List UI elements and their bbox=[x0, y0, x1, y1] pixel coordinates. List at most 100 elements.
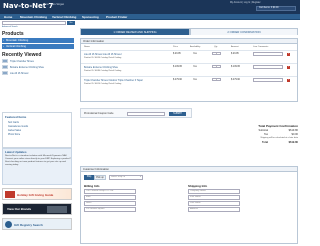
billing-last-name-field[interactable]: North bbox=[84, 201, 136, 206]
featured-link[interactable]: Photo Store bbox=[8, 134, 20, 136]
line-amount: $ 109.95 bbox=[231, 66, 240, 68]
order-line: Lite All 16 Shovel Lite All 16 Shovel Pr… bbox=[81, 50, 297, 62]
nav-vertical-climbing[interactable]: Vertical Climbing bbox=[52, 14, 76, 20]
qty-input[interactable] bbox=[212, 78, 221, 82]
tab-order-confirmation[interactable]: 2 ORDER CONFIRMATION bbox=[190, 28, 298, 35]
account-links[interactable]: My Account | Log In | Register bbox=[230, 2, 261, 4]
holiday-gift-banner[interactable]: Holiday Gift Giving Guide bbox=[2, 188, 72, 200]
line-price: $ 29.95 bbox=[173, 53, 181, 55]
billing-company-field[interactable]: The Cannon Group PLC Ltd bbox=[84, 189, 136, 194]
nav-home[interactable]: Home bbox=[4, 14, 12, 20]
featured-link[interactable]: Jacket Sales bbox=[8, 130, 21, 132]
column-header: Qty bbox=[214, 46, 218, 48]
product-meta: Product ID: 30010 Catalog: Retail Catalo… bbox=[84, 83, 122, 85]
products-heading: Products bbox=[2, 31, 24, 37]
pickup-toggle-button[interactable]: Pick up bbox=[94, 175, 106, 180]
nav-product-finder[interactable]: Product Finder bbox=[106, 14, 127, 20]
latest-updates-box: Latest Updates Nav-to-Net is a storefron… bbox=[2, 148, 72, 185]
promo-code-input[interactable] bbox=[127, 111, 165, 116]
line-availability: Yes bbox=[193, 79, 197, 81]
tab-order-review[interactable]: 1 ORDER REVIEW AND SHIPPING bbox=[80, 28, 190, 35]
product-name-link[interactable]: Triple Chamber Shoes Outdoor Triple Cham… bbox=[84, 79, 142, 82]
line-comment-input[interactable] bbox=[253, 78, 283, 82]
line-comment-input[interactable] bbox=[253, 65, 283, 69]
column-header: Amount bbox=[231, 46, 239, 48]
recent-item[interactable]: Bonaire Extreme Climbing Shoe bbox=[2, 65, 44, 70]
nav-mountain-climbing[interactable]: Mountain Climbing bbox=[20, 14, 47, 20]
column-header: Name bbox=[84, 46, 90, 48]
remove-line-icon[interactable]: × bbox=[287, 65, 290, 69]
promo-box: Promotional Coupon Code SUBMIT bbox=[80, 108, 192, 118]
customer-information-panel: Customer Information Ship Pick up Select… bbox=[80, 166, 298, 244]
column-header: Availability bbox=[190, 46, 201, 48]
subtotal-label: Subtotal bbox=[258, 129, 268, 132]
cart-summary[interactable]: Cart Items: 3 $0.00 bbox=[256, 6, 296, 11]
featured-box: Featured Items Sub Cards Cascadence Good… bbox=[2, 112, 72, 148]
order-information-panel: Order Information Name Price Availabilit… bbox=[80, 38, 298, 102]
subtotal-value: $619.80 bbox=[288, 129, 298, 132]
shipping-last-name-field[interactable]: Last Name bbox=[188, 201, 240, 206]
chevron-right-icon: › bbox=[3, 44, 4, 48]
qty-input[interactable] bbox=[212, 52, 221, 56]
sidebar-item-label: Vertical Climbing bbox=[6, 45, 27, 48]
product-thumbnail bbox=[2, 71, 8, 76]
line-price: $ 479.90 bbox=[173, 79, 182, 81]
line-amount: $ 479.90 bbox=[231, 79, 240, 81]
advanced-search-link[interactable]: Advanced Search bbox=[2, 26, 18, 28]
featured-link[interactable]: Sub Cards bbox=[8, 122, 19, 124]
search-input[interactable] bbox=[2, 21, 66, 25]
shipping-company-field[interactable]: Company Name bbox=[188, 189, 240, 194]
ship-to-select-value: Select Ship-To bbox=[111, 176, 126, 178]
order-line: Triple Chamber Shoes Outdoor Triple Cham… bbox=[81, 76, 297, 88]
line-availability: Yes bbox=[193, 66, 197, 68]
ship-to-select[interactable]: Select Ship-To ▾ bbox=[109, 175, 143, 180]
recent-item-label: Lite All 16 Shovel bbox=[10, 72, 29, 75]
total-payment-heading: Total Payment Confirmation bbox=[258, 124, 298, 128]
promo-label: Promotional Coupon Code bbox=[84, 112, 114, 115]
product-thumbnail bbox=[2, 59, 8, 64]
banner-label: Holiday Gift Giving Guide bbox=[17, 193, 54, 197]
chevron-right-icon: › bbox=[3, 38, 4, 42]
recent-item[interactable]: Triple Chamber Shoes bbox=[2, 59, 34, 64]
latest-updates-heading: Latest Updates bbox=[5, 150, 27, 154]
gift-registry-banner[interactable]: Gift Registry Search bbox=[2, 218, 72, 230]
billing-first-name-field[interactable]: Mike bbox=[84, 195, 136, 200]
line-price: $ 109.95 bbox=[173, 66, 182, 68]
sidebar-item-vertical-climbing[interactable]: › Vertical Climbing bbox=[2, 44, 74, 49]
product-meta: Product ID: 30054 Catalog: Retail Catalo… bbox=[84, 57, 122, 59]
site-tagline: Your Store Slogan bbox=[44, 3, 65, 6]
brands-banner[interactable]: View Our Brands bbox=[2, 203, 72, 215]
total-label: Total bbox=[261, 141, 268, 144]
nav-sponsoring[interactable]: Sponsoring bbox=[82, 14, 99, 20]
search-button[interactable]: Go bbox=[67, 21, 75, 25]
latest-updates-text: Nav-to-Net is a storefront solution with… bbox=[5, 155, 71, 166]
billing-info-heading: Billing Info bbox=[84, 184, 100, 188]
order-information-heading: Order Information bbox=[81, 39, 297, 44]
ship-toggle-button[interactable]: Ship bbox=[84, 175, 94, 180]
product-name-link[interactable]: Lite All 16 Shovel Lite All 16 Shovel bbox=[84, 53, 121, 56]
tax-label: Tax bbox=[263, 133, 268, 136]
product-name-link[interactable]: Bonaire Extreme Climbing Shoe bbox=[84, 66, 118, 69]
brands-image bbox=[47, 206, 67, 213]
line-comment-input[interactable] bbox=[253, 52, 283, 56]
banner-label: Gift Registry Search bbox=[14, 223, 43, 227]
banner-label: View Our Brands bbox=[7, 207, 32, 211]
line-availability: Yes bbox=[193, 53, 197, 55]
site-header: Nav-to-Net 7 Your Store Slogan My Accoun… bbox=[0, 0, 300, 14]
promo-submit-button[interactable]: SUBMIT bbox=[169, 111, 186, 116]
remove-line-icon[interactable]: × bbox=[287, 52, 290, 56]
main-nav: Home Mountain Climbing Vertical Climbing… bbox=[0, 14, 300, 20]
checkout-steps: 1 ORDER REVIEW AND SHIPPING 2 ORDER CONF… bbox=[80, 28, 298, 35]
tax-value: $0.00 bbox=[291, 133, 299, 136]
recent-item[interactable]: Lite All 16 Shovel bbox=[2, 71, 28, 76]
recent-item-label: Bonaire Extreme Climbing Shoe bbox=[10, 66, 45, 69]
shipping-first-name-field[interactable]: First Name bbox=[188, 195, 240, 200]
sidebar-item-mountain-climbing[interactable]: › Mountain Climbing bbox=[2, 38, 74, 43]
shipping-address-field[interactable]: Address bbox=[188, 207, 240, 212]
qty-input[interactable] bbox=[212, 65, 221, 69]
remove-line-icon[interactable]: × bbox=[287, 78, 290, 82]
billing-address-field[interactable]: 192 Market Square bbox=[84, 207, 136, 212]
product-thumbnail bbox=[2, 65, 8, 70]
order-line: Bonaire Extreme Climbing Shoe Product ID… bbox=[81, 63, 297, 75]
featured-link[interactable]: Cascadence Goods bbox=[8, 126, 28, 128]
